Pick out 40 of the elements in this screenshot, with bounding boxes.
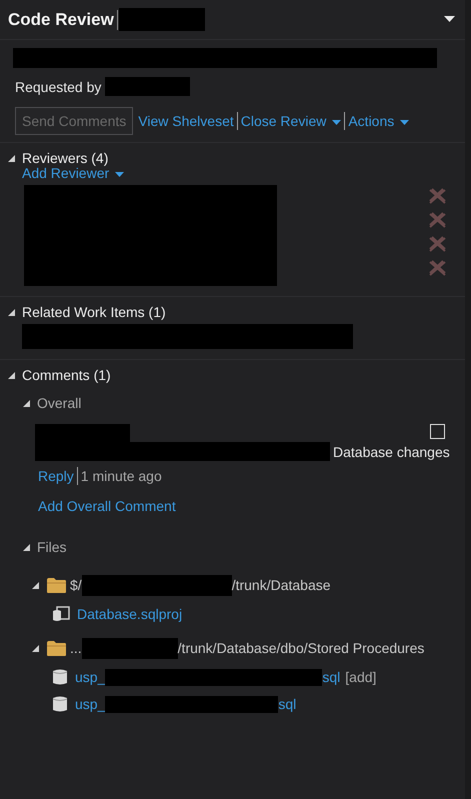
file-link[interactable]: usp_ sql [75,668,340,686]
expanded-triangle-icon[interactable] [22,398,31,408]
file-status: [add] [345,669,376,685]
database-icon [52,668,68,686]
section-header[interactable]: Comments (1) [22,367,111,383]
file-link[interactable]: Database.sqlproj [77,606,182,622]
group-header[interactable]: Overall [37,395,82,411]
folder-path: /trunk/Database/dbo/Stored Procedures [178,640,424,656]
folder-icon [46,576,67,594]
comment-time: 1 minute ago [80,468,162,484]
requested-by-label: Requested by [15,78,102,94]
comment-text: Database changes [333,444,450,460]
toolbar-link[interactable]: Actions [348,113,394,129]
group-header[interactable]: Files [37,539,67,555]
expanded-triangle-icon[interactable] [31,580,40,590]
add-comment-link[interactable]: Add Overall Comment [0,498,465,514]
folder-path: $/ [70,577,82,593]
dropdown-icon[interactable] [444,16,455,23]
folder-path: /trunk/Database [232,577,331,593]
project-icon [52,605,70,623]
add-reviewer-link[interactable]: Add Reviewer [22,165,110,181]
panel-title: Code Review [8,10,118,30]
caret-icon[interactable] [115,172,124,176]
caret-icon[interactable] [332,120,342,124]
expanded-triangle-icon[interactable] [31,644,40,652]
folder-path: ... [70,640,82,656]
toolbar-link[interactable]: Close Review [240,113,326,129]
expanded-triangle-icon[interactable] [7,154,16,162]
caret-icon[interactable] [400,120,410,124]
expanded-triangle-icon[interactable] [7,308,16,316]
file-link[interactable]: usp_ sql [75,696,296,712]
database-icon [52,695,68,713]
expanded-triangle-icon[interactable] [22,542,31,552]
toolbar-link[interactable]: View Shelveset [138,113,234,129]
resolve-checkbox[interactable] [430,424,445,439]
expanded-triangle-icon[interactable] [7,370,16,380]
section-header[interactable]: Reviewers (4) [22,150,108,166]
reply-link[interactable]: Reply [38,468,74,484]
folder-icon [46,640,67,656]
section-header[interactable]: Related Work Items (1) [22,304,166,320]
